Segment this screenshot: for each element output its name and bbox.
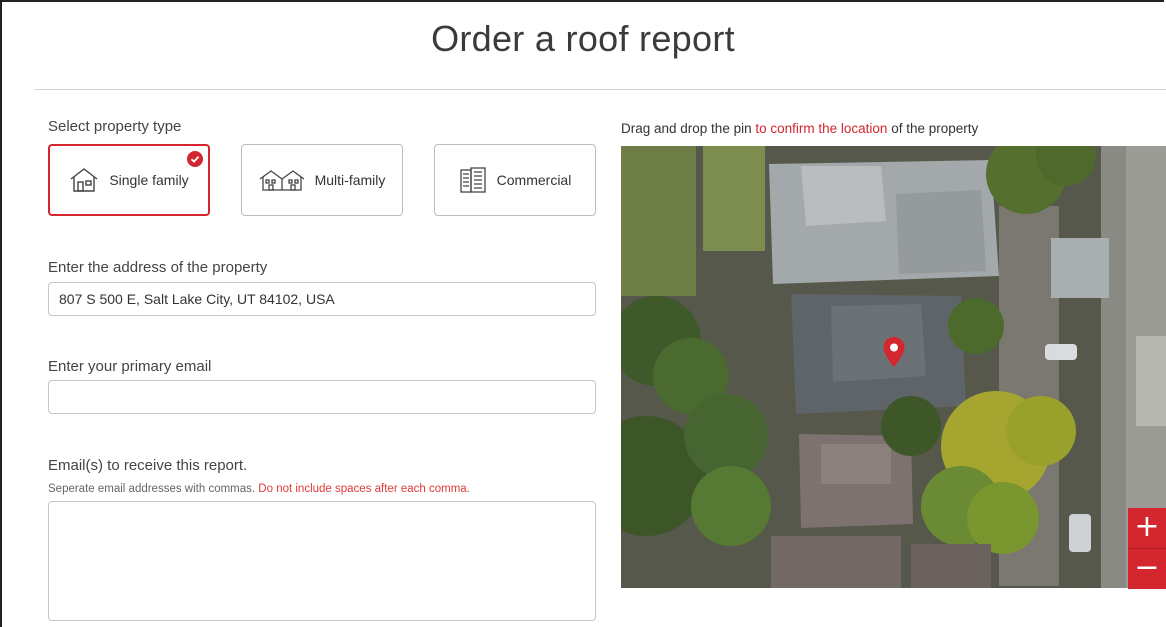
property-type-label-single-family: Single family — [109, 172, 189, 188]
zoom-out-button[interactable]: − — [1128, 548, 1166, 589]
satellite-map[interactable] — [621, 146, 1166, 588]
map-instruction-suffix: of the property — [891, 121, 979, 136]
property-type-single-family[interactable]: Single family — [48, 144, 210, 216]
selected-check-icon — [187, 151, 203, 167]
address-input[interactable] — [48, 282, 596, 316]
map-instruction-highlight: to confirm the location — [755, 121, 888, 136]
map-instruction-prefix: Drag and drop the pin — [621, 121, 752, 136]
multi-family-house-icon — [259, 168, 305, 192]
property-type-label-commercial: Commercial — [496, 172, 572, 188]
report-emails-textarea[interactable] — [48, 501, 596, 621]
title-divider — [34, 89, 1166, 90]
report-emails-hint: Seperate email addresses with commas. Do… — [48, 483, 470, 495]
property-type-label-multi-family: Multi-family — [314, 172, 386, 188]
report-emails-hint-warning: Do not include spaces after each comma. — [258, 483, 470, 495]
map-instruction: Drag and drop the pin to confirm the loc… — [621, 121, 978, 136]
map-pin-icon[interactable] — [882, 336, 906, 373]
report-emails-label: Email(s) to receive this report. — [48, 457, 248, 474]
property-type-label: Select property type — [48, 118, 182, 135]
report-emails-hint-text: Seperate email addresses with commas. — [48, 483, 256, 495]
primary-email-label: Enter your primary email — [48, 358, 212, 375]
property-type-multi-family[interactable]: Multi-family — [241, 144, 403, 216]
commercial-building-icon — [459, 166, 487, 194]
primary-email-input[interactable] — [48, 380, 596, 414]
address-label: Enter the address of the property — [48, 259, 268, 276]
page-title: Order a roof report — [431, 18, 735, 59]
property-type-commercial[interactable]: Commercial — [434, 144, 596, 216]
zoom-in-button[interactable]: + — [1128, 508, 1166, 548]
single-family-house-icon — [69, 167, 99, 193]
